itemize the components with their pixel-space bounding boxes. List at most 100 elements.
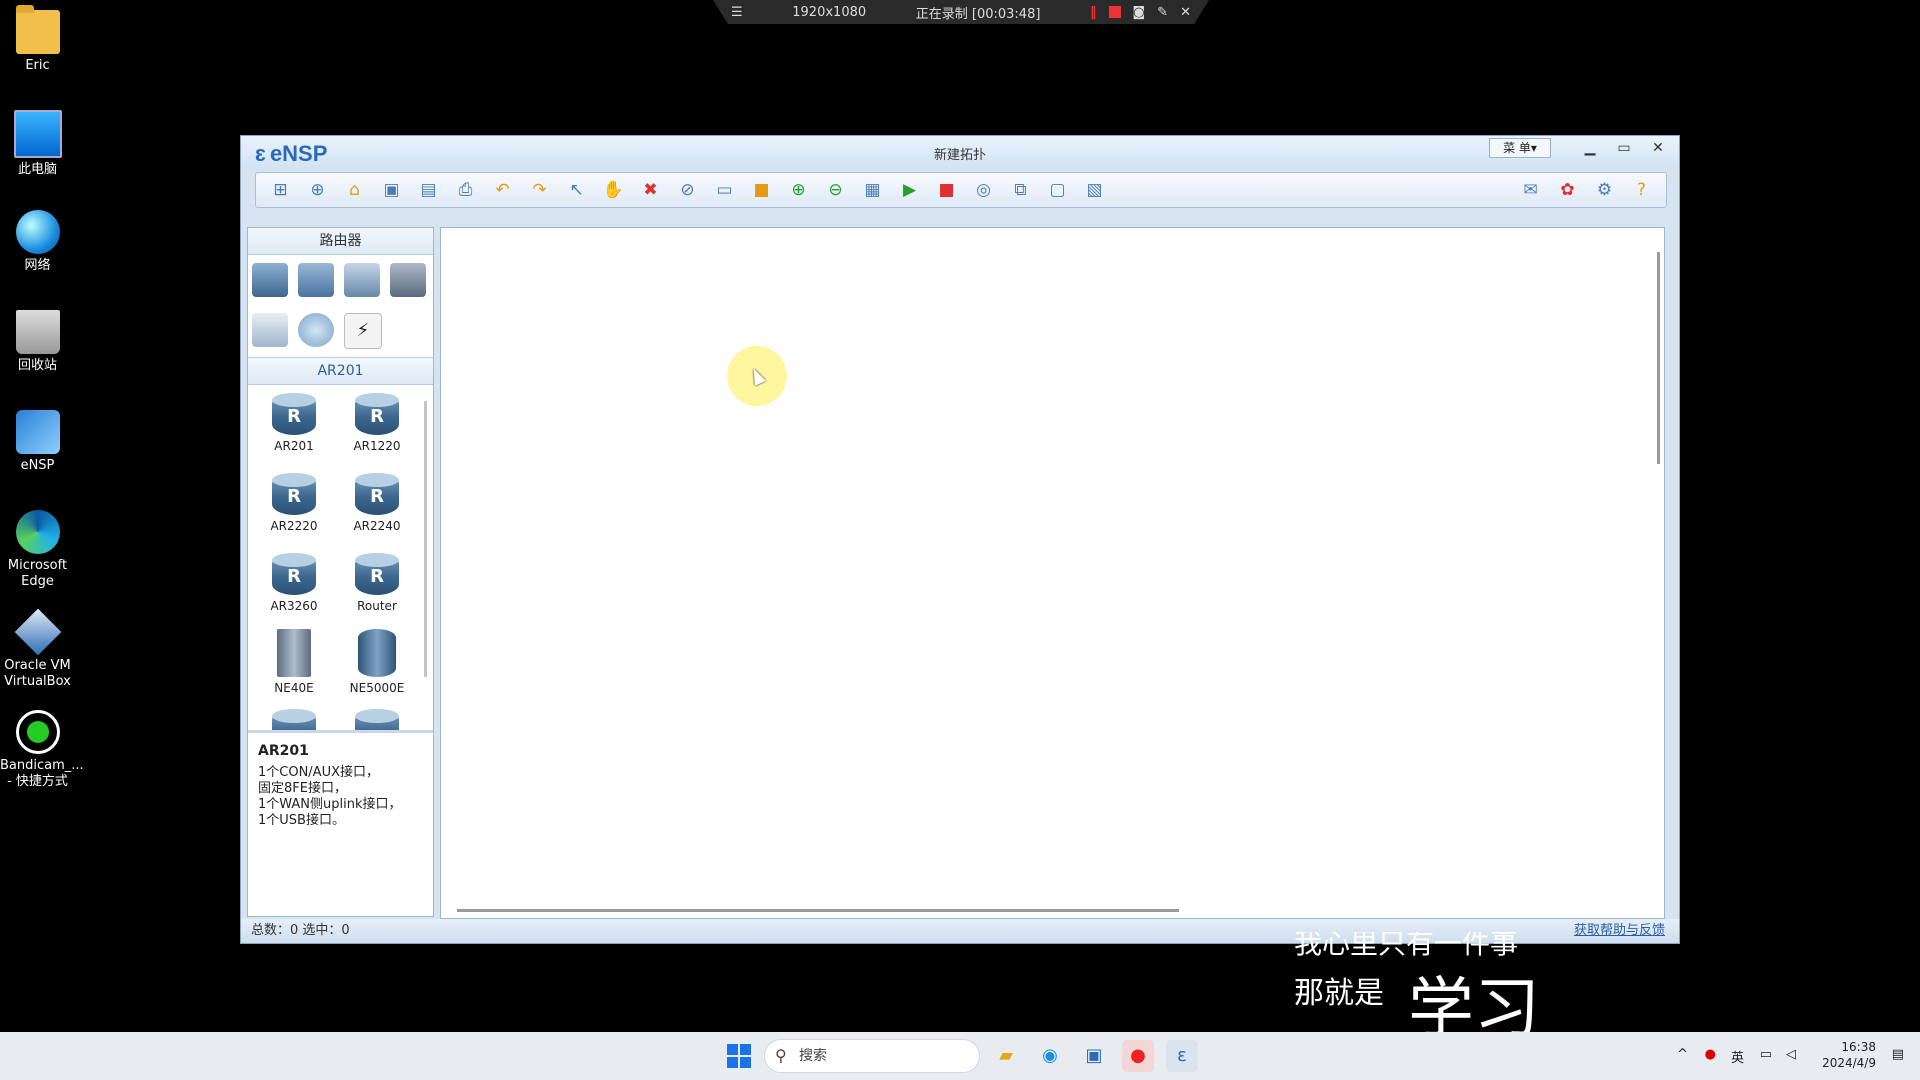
minimize-button[interactable]: ▁ [1573,138,1607,158]
ensp-app-icon [15,410,60,454]
save-icon[interactable]: ▣ [373,176,410,204]
device-ne5000e[interactable]: NE5000E [337,629,417,695]
notification-icon[interactable]: ▤ [1892,1047,1904,1062]
close-icon[interactable]: ✕ [1180,5,1191,20]
redo-icon[interactable]: ↷ [521,176,558,204]
device-ne40e[interactable]: NE40E [254,629,334,695]
clock[interactable]: 16:38 2024/4/9 [1822,1039,1876,1071]
search-icon: ⚲ [775,1046,787,1065]
message-icon[interactable]: ✉ [1512,176,1549,204]
desktop-icon-virtualbox[interactable]: Oracle VM VirtualBox [0,600,75,690]
panel-icon[interactable]: ▢ [1039,176,1076,204]
device-ar2220[interactable]: R AR2220 [254,473,334,533]
desktop-icon-network[interactable]: 网络 [0,200,75,274]
subtitle-line-1: 我心里只有一件事 [1294,932,1519,956]
device-router[interactable]: R Router [337,553,417,613]
open-icon[interactable]: ⌂ [336,176,373,204]
new-topology-icon[interactable]: ⊞ [262,176,299,204]
file-explorer-icon[interactable]: ▰ [990,1040,1022,1072]
settings-icon[interactable]: ⚙ [1586,176,1623,204]
device-more[interactable] [337,709,417,730]
text-icon[interactable]: ▭ [706,176,743,204]
router-category-icon[interactable] [252,263,288,297]
delete-link-icon[interactable]: ⊘ [669,176,706,204]
reset-zoom-icon[interactable]: ▦ [854,176,891,204]
device-more[interactable] [254,709,334,730]
record-tray-icon[interactable]: ● [1705,1047,1716,1062]
pan-icon[interactable]: ✋ [595,176,632,204]
computer-icon [13,110,62,158]
device-ar2240[interactable]: R AR2240 [337,473,417,533]
router-icon: R [272,473,316,515]
folder-icon [15,5,60,54]
link-category-icon[interactable]: ⚡ [344,313,382,349]
cloud-category-icon[interactable] [298,313,334,347]
desktop-icon-this-pc[interactable]: 此电脑 [0,100,75,178]
device-list-scrollbar[interactable] [424,401,427,677]
zoom-out-icon[interactable]: ⊖ [817,176,854,204]
device-ar1220[interactable]: R AR1220 [337,393,417,453]
router-icon: R [272,393,316,435]
volume-icon[interactable]: ◁ [1786,1047,1796,1062]
device-panel: 路由器 ⚡ AR201 R AR201 R AR1220 R AR2220 R … [247,227,434,917]
taskbar-search[interactable]: ⚲ 搜索 [764,1039,980,1073]
pen-icon[interactable]: ✎ [1157,5,1168,20]
device-categories: ⚡ [248,255,433,357]
zoom-in-icon[interactable]: ⊕ [780,176,817,204]
undo-icon[interactable]: ↶ [484,176,521,204]
start-device-icon[interactable]: ▶ [891,176,928,204]
selection-counts: 总数：0 选中：0 [251,923,350,938]
edge-taskbar-icon[interactable]: ◉ [1034,1040,1066,1072]
terminal-category-icon[interactable] [252,313,288,347]
maximize-button[interactable]: ▭ [1607,138,1641,158]
select-icon[interactable]: ↖ [558,176,595,204]
menu-button[interactable]: 菜 单▾ [1489,138,1551,158]
pause-icon[interactable]: ‖ [1090,5,1097,20]
topology-icon[interactable]: ⧉ [1002,176,1039,204]
ne40e-icon [277,629,311,677]
router-icon: R [355,473,399,515]
recorder-bar: ☰ 1920x1080 正在录制 [00:03:48] ‖ ◙ ✎ ✕ [713,0,1209,24]
topology-canvas[interactable] [440,227,1665,919]
ime-indicator[interactable]: 英 [1731,1047,1744,1066]
rectangle-icon[interactable]: ■ [743,176,780,204]
network-tray-icon[interactable]: ▭ [1760,1047,1772,1062]
help-icon[interactable]: ? [1623,176,1660,204]
save-as-icon[interactable]: ▤ [410,176,447,204]
device-ar201[interactable]: R AR201 [254,393,334,453]
windows-start-icon[interactable] [727,1044,751,1068]
recorder-menu-icon[interactable]: ☰ [731,5,743,20]
network-icon [15,210,60,254]
bandicam-icon [15,710,60,754]
print-icon[interactable]: ⎙ [447,176,484,204]
new-lab-icon[interactable]: ⊕ [299,176,336,204]
help-feedback-link[interactable]: 获取帮助与反馈 [1574,919,1665,943]
canvas-horizontal-scrollbar[interactable] [457,909,1179,912]
huawei-icon[interactable]: ✿ [1549,176,1586,204]
window-title: 新建拓扑 [933,148,986,163]
canvas-vertical-scrollbar[interactable] [1657,252,1660,464]
stop-device-icon[interactable]: ■ [928,176,965,204]
desktop-icon-eric[interactable]: Eric [0,0,75,74]
desktop-icon-ensp[interactable]: eNSP [0,400,75,474]
wireless-category-icon[interactable] [344,263,380,297]
stop-icon[interactable] [1108,6,1121,18]
capture-icon[interactable]: ◎ [965,176,1002,204]
desktop-icon-bandicam[interactable]: Bandicam_... - 快捷方式 [0,700,84,790]
firewall-category-icon[interactable] [390,263,426,297]
store-icon[interactable]: ▣ [1078,1040,1110,1072]
device-ar3260[interactable]: R AR3260 [254,553,334,613]
screenshot-icon[interactable]: ▧ [1076,176,1113,204]
edge-icon [15,510,60,554]
close-button[interactable]: ✕ [1641,138,1675,158]
ensp-taskbar-icon[interactable]: ɛ [1166,1040,1198,1072]
recycle-bin-icon [15,310,60,354]
camera-icon[interactable]: ◙ [1133,5,1146,20]
switch-category-icon[interactable] [298,263,334,297]
desktop-icon-edge[interactable]: Microsoft Edge [0,500,75,590]
bandicam-taskbar-icon[interactable]: ● [1122,1040,1154,1072]
router-icon [272,709,316,730]
desktop-icon-recycle-bin[interactable]: 回收站 [0,300,75,374]
delete-icon[interactable]: ✖ [632,176,669,204]
tray-overflow-icon[interactable]: ^ [1677,1047,1688,1062]
